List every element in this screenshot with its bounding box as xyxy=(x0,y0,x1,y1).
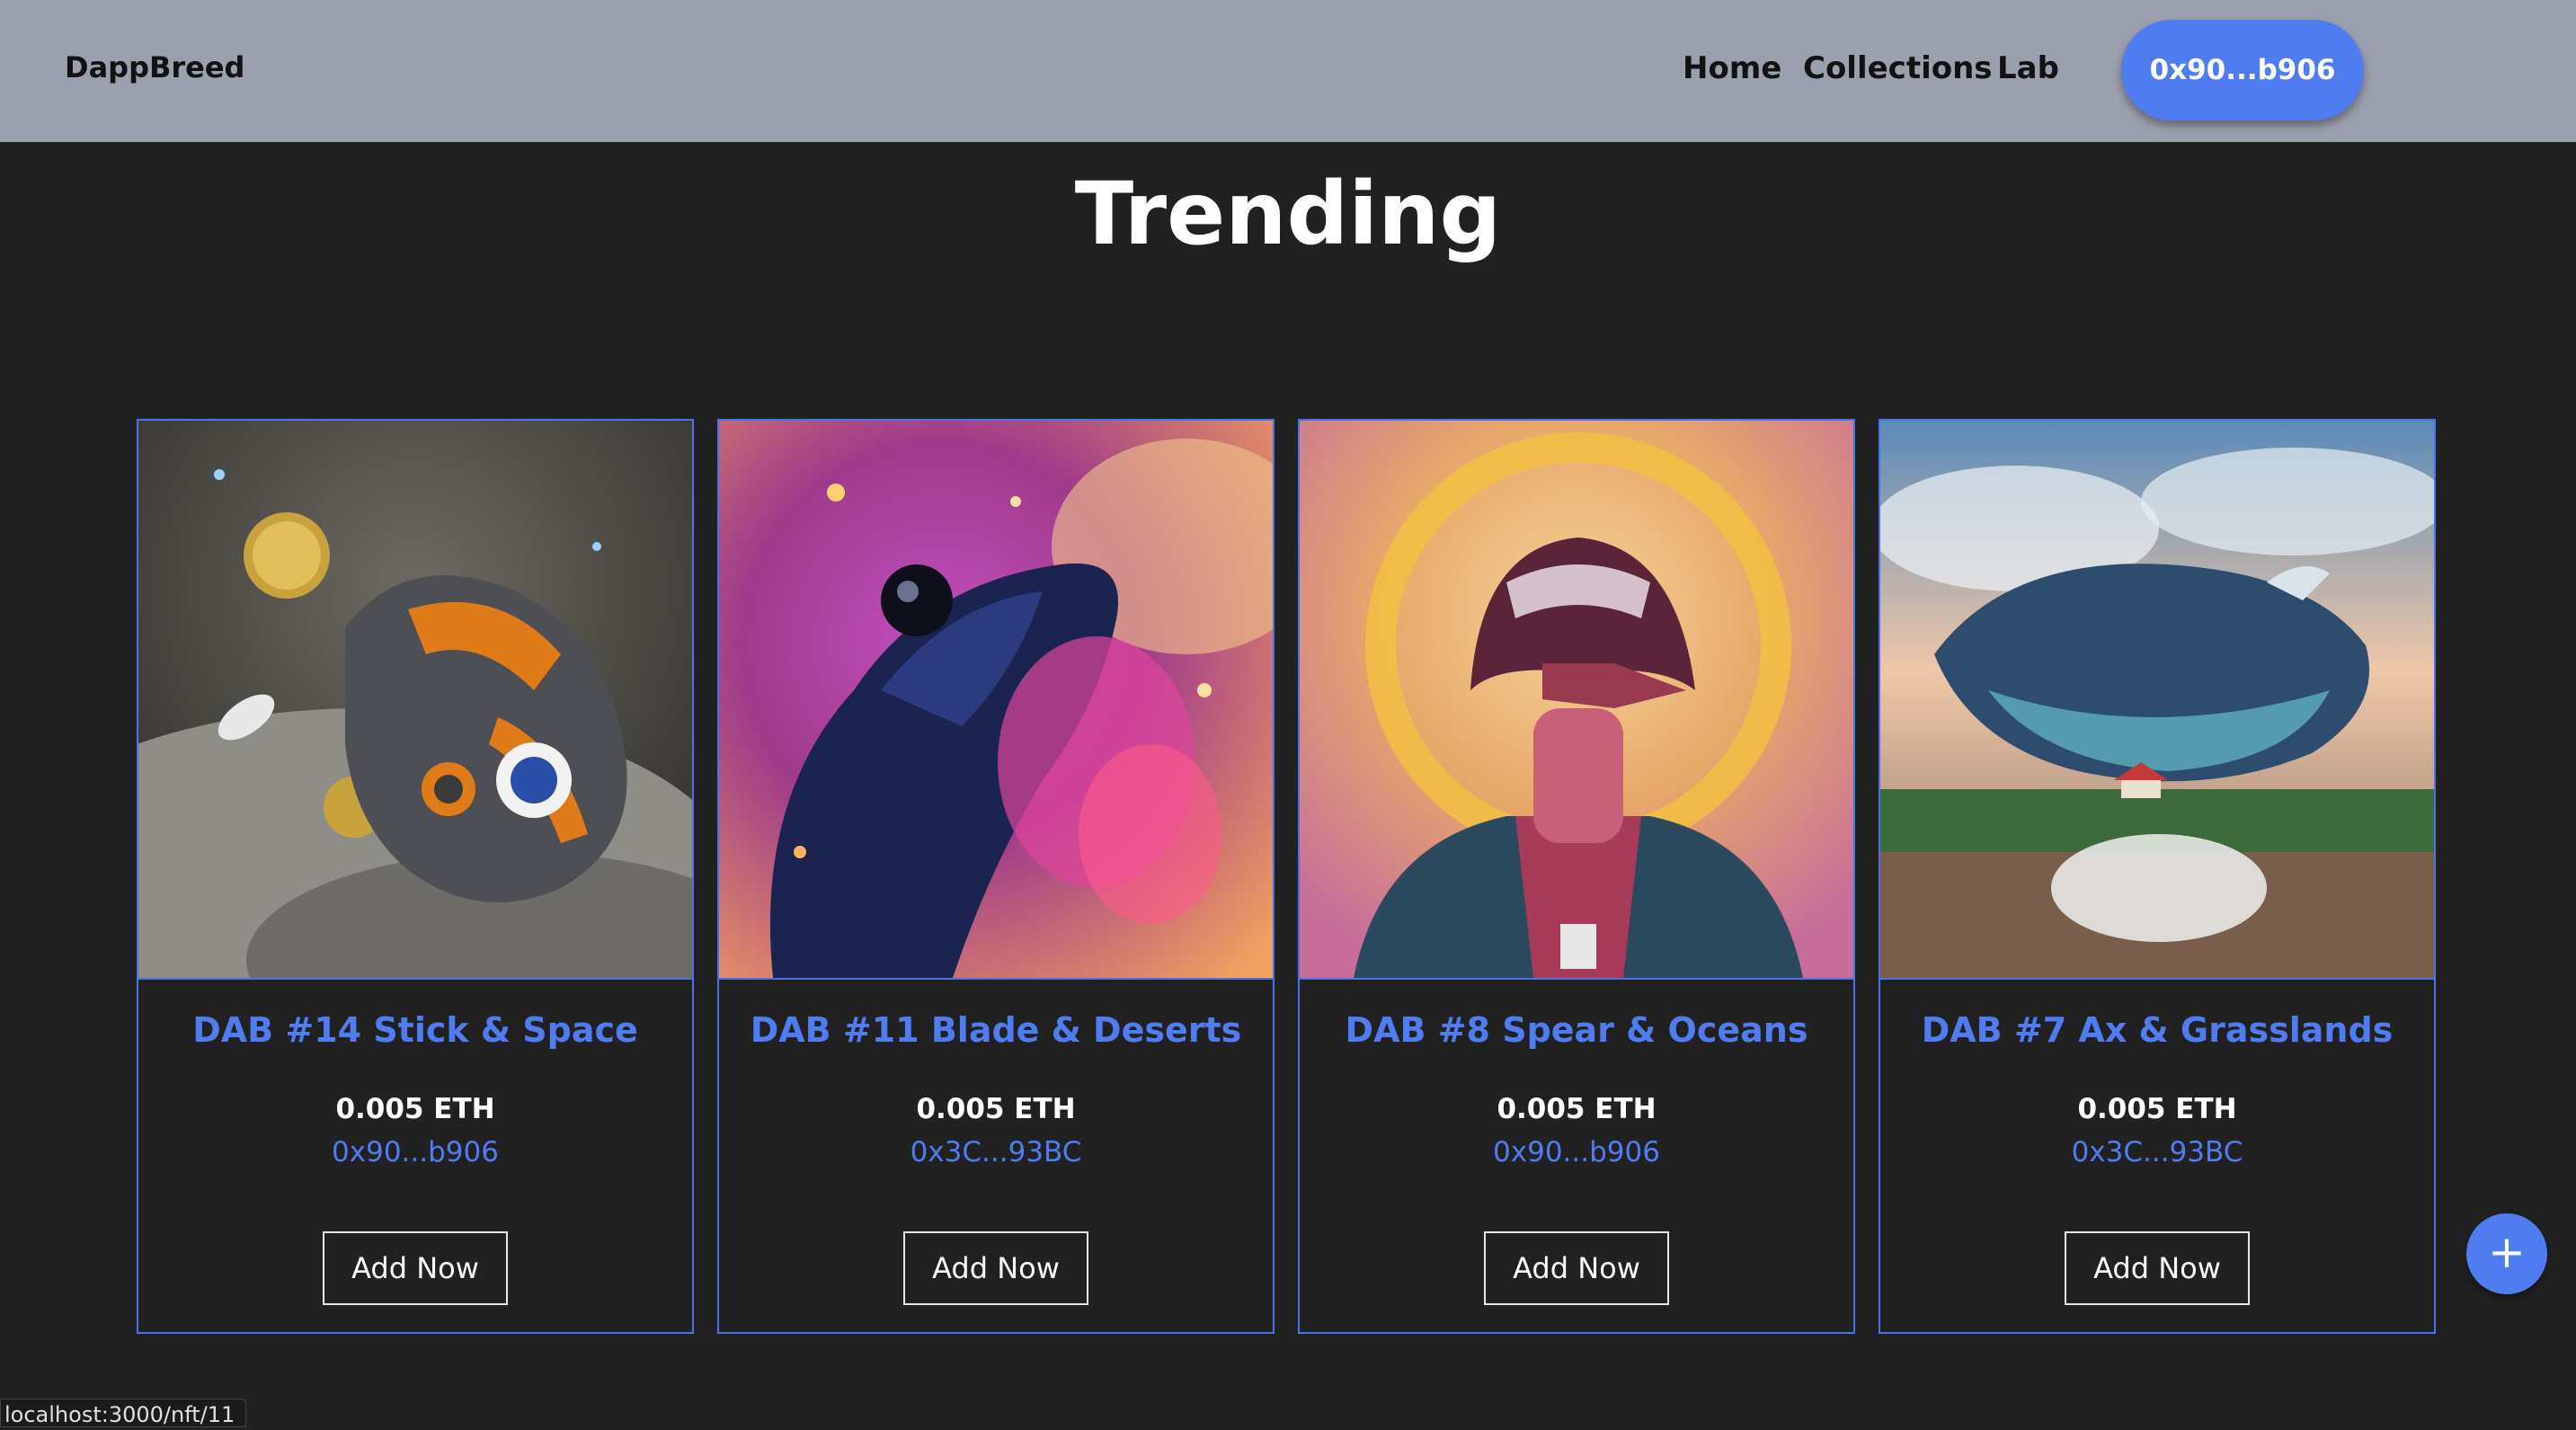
nft-owner[interactable]: 0x3C...93BC xyxy=(719,1136,1273,1168)
nft-price: 0.005 ETH xyxy=(2077,1093,2237,1125)
nft-image-robot[interactable] xyxy=(138,421,692,980)
nft-price: 0.005 ETH xyxy=(916,1093,1076,1125)
nft-image-flying-whale[interactable] xyxy=(1880,421,2434,980)
add-now-button[interactable]: Add Now xyxy=(323,1231,508,1305)
nft-card[interactable]: DAB #8 Spear & Oceans 0.005 ETH 0x90...b… xyxy=(1298,419,1855,1334)
nft-name[interactable]: DAB #8 Spear & Oceans xyxy=(1300,1010,1853,1050)
navbar: DappBreed Home Collections Lab 0x90...b9… xyxy=(0,0,2576,142)
nft-name[interactable]: DAB #14 Stick & Space xyxy=(138,1010,692,1050)
nav-link-lab[interactable]: Lab xyxy=(1997,50,2059,86)
nft-owner[interactable]: 0x3C...93BC xyxy=(1880,1136,2434,1168)
add-now-button[interactable]: Add Now xyxy=(2065,1231,2250,1305)
nft-card[interactable]: DAB #7 Ax & Grasslands 0.005 ETH 0x3C...… xyxy=(1879,419,2436,1334)
nft-name[interactable]: DAB #11 Blade & Deserts xyxy=(719,1010,1273,1050)
page-title: Trending xyxy=(1074,164,1502,264)
nft-price: 0.005 ETH xyxy=(335,1093,495,1125)
plus-icon: + xyxy=(2488,1226,2526,1278)
nft-owner[interactable]: 0x90...b906 xyxy=(138,1136,692,1168)
nav-link-home[interactable]: Home xyxy=(1683,50,1781,86)
nft-card[interactable]: DAB #11 Blade & Deserts 0.005 ETH 0x3C..… xyxy=(717,419,1275,1334)
nft-price: 0.005 ETH xyxy=(1497,1093,1657,1125)
brand-logo[interactable]: DappBreed xyxy=(65,50,244,84)
wallet-button[interactable]: 0x90...b906 xyxy=(2121,20,2364,120)
nft-name[interactable]: DAB #7 Ax & Grasslands xyxy=(1880,1010,2434,1050)
nft-image-nebula-creature[interactable] xyxy=(719,421,1273,980)
nav-link-collections[interactable]: Collections xyxy=(1803,50,1993,86)
add-now-button[interactable]: Add Now xyxy=(903,1231,1088,1305)
nft-image-vader-bird[interactable] xyxy=(1300,421,1853,980)
add-now-button[interactable]: Add Now xyxy=(1484,1231,1669,1305)
nft-owner[interactable]: 0x90...b906 xyxy=(1300,1136,1853,1168)
status-bar-url: localhost:3000/nft/11 xyxy=(0,1399,247,1427)
add-fab-button[interactable]: + xyxy=(2466,1213,2547,1294)
nft-card[interactable]: DAB #14 Stick & Space 0.005 ETH 0x90...b… xyxy=(137,419,694,1334)
